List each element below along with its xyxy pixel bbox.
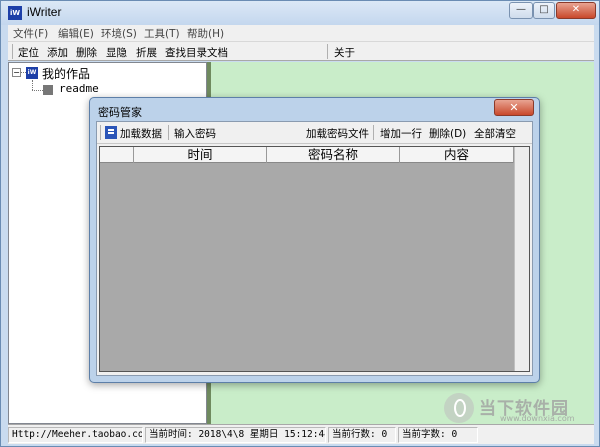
grid-row-header[interactable] <box>100 147 134 163</box>
dialog-close-button[interactable]: ✕ <box>494 99 534 116</box>
password-grid[interactable]: 时间 密码名称 内容 <box>99 146 530 372</box>
input-password-button[interactable]: 输入密码 <box>174 126 216 141</box>
document-icon <box>43 85 53 95</box>
status-bar: Http://Meeher.taobao.com 当前时间: 2018\4\8 … <box>8 424 594 444</box>
add-row-button[interactable]: 增加一行 <box>380 126 422 141</box>
tree-collapse-toggle[interactable]: − <box>12 68 21 77</box>
locate-button[interactable]: 定位 <box>18 45 39 60</box>
toolbar-separator <box>327 44 328 59</box>
maximize-button[interactable]: □ <box>533 2 555 19</box>
menu-environment[interactable]: 环境(S) <box>101 26 137 41</box>
column-header-content[interactable]: 内容 <box>400 147 514 163</box>
grid-header: 时间 密码名称 内容 <box>100 147 529 163</box>
close-button[interactable]: ✕ <box>556 2 596 19</box>
clear-all-button[interactable]: 全部清空 <box>474 126 516 141</box>
book-icon: iW <box>26 67 38 79</box>
watermark-logo-icon <box>444 393 474 423</box>
menu-edit[interactable]: 编辑(E) <box>58 26 94 41</box>
dialog-body: 加载数据 输入密码 加载密码文件 增加一行 删除(D) 全部清空 时间 密码名称… <box>96 121 533 376</box>
column-header-time[interactable]: 时间 <box>134 147 267 163</box>
delete-row-button[interactable]: 删除(D) <box>429 126 466 141</box>
dialog-toolbar: 加载数据 输入密码 加载密码文件 增加一行 删除(D) 全部清空 <box>97 122 532 144</box>
watermark: 当下软件园 www.downxia.com <box>444 393 594 423</box>
menu-tools[interactable]: 工具(T) <box>144 26 180 41</box>
toolbar-separator <box>168 125 169 140</box>
add-button[interactable]: 添加 <box>47 45 68 60</box>
status-line-count: 当前行数: 0 <box>328 427 396 443</box>
tree-connector <box>32 80 33 90</box>
tree-item-readme[interactable]: readme <box>59 82 99 95</box>
app-icon: iW <box>8 6 22 20</box>
tree-root-label[interactable]: 我的作品 <box>42 65 90 82</box>
status-url: Http://Meeher.taobao.com <box>8 427 143 443</box>
minimize-button[interactable]: — <box>509 2 533 19</box>
load-data-button[interactable]: 加载数据 <box>120 126 162 141</box>
menu-help[interactable]: 帮助(H) <box>187 26 224 41</box>
toolbar-separator <box>373 125 374 140</box>
password-manager-dialog: 密码管家 ✕ 加载数据 输入密码 加载密码文件 增加一行 删除(D) 全部清空 … <box>89 97 540 383</box>
menu-bar: 文件(F) 编辑(E) 环境(S) 工具(T) 帮助(H) <box>8 25 594 41</box>
title-bar: iW iWriter — □ ✕ <box>1 1 599 25</box>
fold-expand-button[interactable]: 折展 <box>136 45 157 60</box>
status-char-count: 当前字数: 0 <box>398 427 478 443</box>
load-password-file-button[interactable]: 加载密码文件 <box>306 126 369 141</box>
window-title: iWriter <box>27 5 62 19</box>
column-header-password-name[interactable]: 密码名称 <box>267 147 400 163</box>
status-time: 当前时间: 2018\4\8 星期日 15:12:44 <box>145 427 326 443</box>
toolbar-separator <box>12 44 13 59</box>
dialog-title: 密码管家 <box>98 106 142 119</box>
tree-connector <box>32 90 43 91</box>
grid-scrollbar[interactable] <box>514 147 529 371</box>
main-toolbar: 定位 添加 删除 显隐 折展 查找目录文档 关于 <box>8 41 594 61</box>
menu-file[interactable]: 文件(F) <box>13 26 48 41</box>
delete-button[interactable]: 删除 <box>76 45 97 60</box>
load-data-icon <box>105 126 117 139</box>
find-document-button[interactable]: 查找目录文档 <box>165 45 228 60</box>
toolbar-separator <box>100 125 101 140</box>
watermark-url: www.downxia.com <box>500 414 575 423</box>
toggle-visibility-button[interactable]: 显隐 <box>106 45 127 60</box>
about-button[interactable]: 关于 <box>334 45 355 60</box>
